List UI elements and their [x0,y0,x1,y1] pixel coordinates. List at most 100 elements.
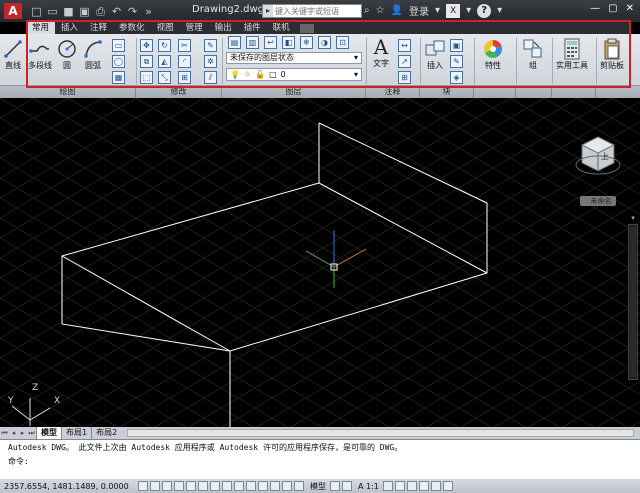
tab-home[interactable]: 常用 [26,22,56,34]
current-layer-dropdown[interactable]: 💡 ☼ 🔓 □ 0 ▾ [226,68,362,81]
copy-icon[interactable]: ⧉ [140,55,153,68]
tab-manage[interactable]: 管理 [180,22,209,34]
insert-block-tool[interactable]: 插入 [424,38,446,71]
annotation-visibility-icon[interactable] [382,481,393,491]
undo-icon[interactable]: ↶ [110,5,123,18]
minimize-icon[interactable]: — [590,3,600,14]
nav-bar-toggle-icon[interactable]: ▾ [628,214,638,223]
first-tab-icon[interactable]: ⏮ [0,429,9,438]
layer-lock-icon[interactable]: ⊡ [336,36,349,49]
polyline-tool[interactable]: 多段线 [28,38,52,71]
grid-display-icon[interactable] [162,481,172,491]
tab-insert[interactable]: 插入 [55,22,84,34]
snap-mode-icon[interactable] [150,481,160,491]
model-space-label[interactable]: 模型 [310,481,326,492]
clean-screen-icon[interactable] [442,481,453,491]
panel-title-layer[interactable]: 图层 [222,86,366,98]
prev-tab-icon[interactable]: ◂ [9,429,18,437]
save-as-icon[interactable]: ▣ [78,5,91,18]
dimension-icon[interactable]: ↔ [398,39,411,52]
layer-off-icon[interactable]: ◑ [318,36,331,49]
3d-object-snap-icon[interactable] [210,481,220,491]
layer-match-icon[interactable]: ▥ [246,36,259,49]
login-dropdown-icon[interactable]: ▾ [435,5,440,16]
search-box[interactable]: ▸ [262,4,362,18]
move-icon[interactable]: ✥ [140,39,153,52]
line-tool[interactable]: 直线 [2,38,24,71]
panel-title-group[interactable] [516,86,552,98]
help-dropdown-icon[interactable]: ▾ [497,5,502,16]
drawing-viewport[interactable]: 上 未命名 Z Y X ▾ [0,98,640,427]
trim-icon[interactable]: ✂ [178,39,191,52]
properties-tool[interactable]: 特性 [482,38,504,71]
close-icon[interactable]: ✕ [626,3,634,14]
help-icon[interactable]: ? [477,3,492,18]
tab-output[interactable]: 输出 [209,22,238,34]
panel-title-clipboard[interactable] [596,86,640,98]
ribbon-minimize-button[interactable] [299,23,314,33]
new-file-icon[interactable]: □ [30,5,43,18]
command-line[interactable]: Autodesk DWG。 此文件上次由 Autodesk 应用程序或 Auto… [0,439,640,479]
print-icon[interactable]: ⎙ [94,5,107,18]
fillet-icon[interactable]: ◜ [178,55,191,68]
tab-layout1[interactable]: 布局1 [61,427,91,439]
search-icon[interactable]: ⌕ [364,5,370,16]
annotation-scale[interactable]: A 1:1 [358,482,379,491]
ellipse-icon[interactable]: ◯ [112,55,125,68]
tab-plugins[interactable]: 插件 [238,22,267,34]
tab-layout2[interactable]: 布局2 [91,427,121,439]
maximize-icon[interactable]: ▢ [608,3,617,14]
explode-icon[interactable]: ✲ [204,55,217,68]
next-tab-icon[interactable]: ▸ [18,429,27,437]
expand-arrow-icon[interactable]: ▸ [263,5,273,17]
infer-constraints-icon[interactable] [138,481,148,491]
tab-model[interactable]: 模型 [36,427,61,439]
tab-online[interactable]: 联机 [267,22,296,34]
user-icon[interactable]: 👤 [391,5,403,16]
rotate-icon[interactable]: ↻ [158,39,171,52]
panel-title-properties[interactable] [474,86,516,98]
array-icon[interactable]: ⊞ [178,71,191,84]
panel-title-modify[interactable]: 修改 [136,86,222,98]
object-snap-tracking-icon[interactable] [222,481,232,491]
layer-freeze-icon[interactable]: ❄ [300,36,313,49]
viewcube-top-label[interactable]: 上 [601,151,609,162]
quick-properties-icon[interactable] [282,481,292,491]
scale-icon[interactable]: ⤡ [158,71,171,84]
tab-parametric[interactable]: 参数化 [113,22,151,34]
create-block-icon[interactable]: ▣ [450,39,463,52]
stay-connected-icon[interactable]: ▾ [466,5,471,16]
save-icon[interactable]: ■ [62,5,75,18]
layer-previous-icon[interactable]: ↩ [264,36,277,49]
navigation-bar[interactable] [628,224,638,380]
erase-icon[interactable]: ✎ [204,39,217,52]
viewcube-wcs-label[interactable]: 未命名 [583,196,619,206]
hardware-acceleration-icon[interactable] [418,481,429,491]
ortho-mode-icon[interactable] [174,481,184,491]
stretch-icon[interactable]: ⬚ [140,71,153,84]
panel-title-draw[interactable]: 绘图 [0,86,136,98]
customize-dropdown-icon[interactable]: » [142,5,155,18]
object-snap-icon[interactable] [198,481,208,491]
selection-cycling-icon[interactable] [294,481,304,491]
arc-tool[interactable]: 圆弧 [82,38,104,71]
layer-state-dropdown[interactable]: 未保存的图层状态 ▾ [226,52,362,64]
text-tool[interactable]: A 文字 [370,35,392,69]
circle-tool[interactable]: 圆 [56,38,78,71]
rectangle-icon[interactable]: ▭ [112,39,125,52]
panel-title-utilities[interactable] [552,86,596,98]
layer-properties-icon[interactable]: ▤ [228,36,241,49]
clipboard-tool[interactable]: 剪贴板 [600,38,624,71]
edit-block-icon[interactable]: ✎ [450,55,463,68]
workspace-switch-icon[interactable] [394,481,405,491]
isolate-objects-icon[interactable] [430,481,441,491]
hatch-icon[interactable]: ▦ [112,71,125,84]
panel-title-block[interactable]: 块 [420,86,474,98]
panel-title-annotation[interactable]: 注释 [366,86,420,98]
exchange-apps-icon[interactable]: X [446,3,461,18]
transparency-icon[interactable] [270,481,280,491]
search-input[interactable] [273,5,357,17]
open-file-icon[interactable]: ▭ [46,5,59,18]
application-menu-button[interactable]: A [0,0,26,22]
lineweight-icon[interactable] [258,481,268,491]
